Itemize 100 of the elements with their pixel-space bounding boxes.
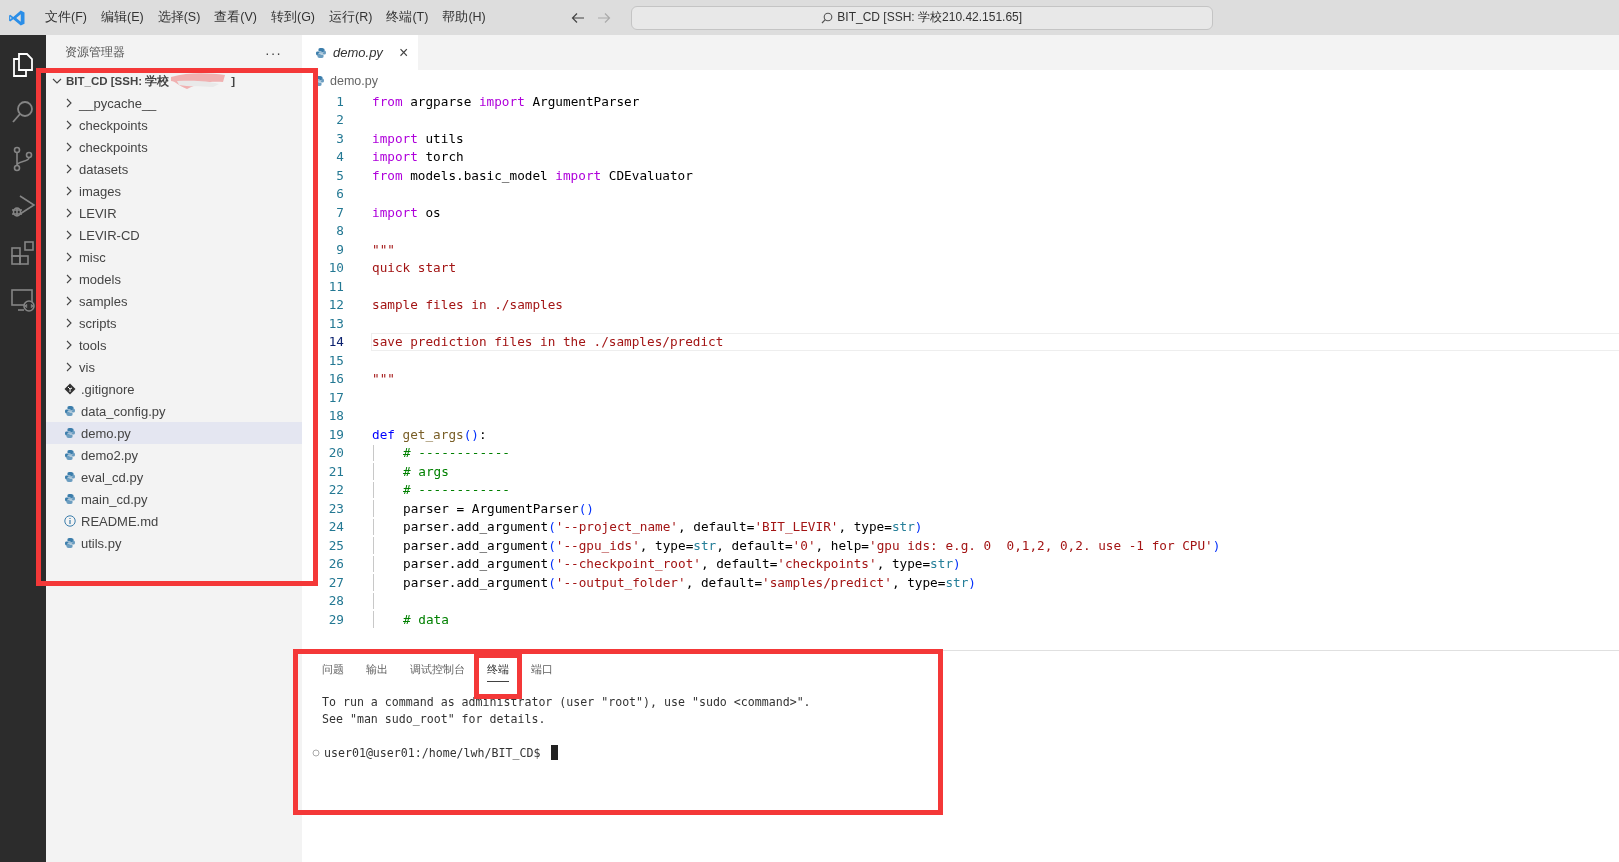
menu-item[interactable]: 选择(S)	[150, 7, 208, 28]
panel-tab[interactable]: 输出	[366, 662, 388, 681]
chevron-icon	[64, 98, 74, 108]
tree-item[interactable]: .gitignore	[46, 378, 302, 400]
tree-item[interactable]: scripts	[46, 312, 302, 334]
python-file-icon	[64, 405, 76, 417]
chevron-icon	[64, 120, 74, 130]
tree-item[interactable]: README.md	[46, 510, 302, 532]
python-file-icon	[64, 427, 76, 439]
tree-item[interactable]: eval_cd.py	[46, 466, 302, 488]
chevron-icon	[64, 230, 74, 240]
chevron-icon	[64, 164, 74, 174]
tree-item[interactable]: main_cd.py	[46, 488, 302, 510]
line-number: 20	[327, 445, 344, 461]
extensions-icon[interactable]	[10, 239, 36, 266]
search-icon	[821, 11, 834, 24]
search-icon[interactable]	[10, 98, 36, 125]
code-line: from models.basic_model import CDEvaluator	[372, 167, 693, 183]
python-file-icon	[64, 493, 76, 505]
breadcrumb-item[interactable]: demo.py	[330, 74, 378, 88]
line-number: 2	[335, 112, 344, 128]
code-line: parser.add_argument('--checkpoint_root', default='checkpoints', type=str)	[403, 556, 961, 572]
line-number: 16	[327, 371, 344, 387]
tree-item[interactable]: data_config.py	[46, 400, 302, 422]
menu-item[interactable]: 编辑(E)	[93, 7, 151, 28]
tree-item[interactable]: images	[46, 180, 302, 202]
tree-item[interactable]: utils.py	[46, 532, 302, 554]
line-number: 23	[327, 500, 344, 516]
line-number: 26	[327, 556, 344, 572]
line-number: 24	[327, 519, 344, 535]
tree-item[interactable]: LEVIR	[46, 202, 302, 224]
code-line: import torch	[372, 149, 464, 165]
tree-item[interactable]: samples	[46, 290, 302, 312]
more-actions-button[interactable]: ···	[265, 44, 282, 61]
tree-item[interactable]: models	[46, 268, 302, 290]
line-number: 27	[327, 574, 344, 590]
chevron-icon	[64, 186, 74, 196]
line-number: 25	[327, 537, 344, 553]
code-line: import os	[372, 204, 441, 220]
code-line: parser.add_argument('--output_folder', default='samples/predict', type=str)	[403, 574, 976, 590]
panel-tab[interactable]: 问题	[322, 662, 344, 681]
tree-item[interactable]: LEVIR-CD	[46, 224, 302, 246]
files-icon[interactable]	[10, 51, 36, 78]
run-debug-icon[interactable]	[10, 192, 36, 219]
panel-tab[interactable]: 调试控制台	[410, 662, 465, 681]
editor-tab[interactable]: demo.py ×	[302, 35, 419, 70]
menu-item[interactable]: 转到(G)	[264, 7, 323, 28]
python-file-icon	[315, 46, 327, 59]
chevron-icon	[64, 340, 74, 350]
tree-item[interactable]: tools	[46, 334, 302, 356]
tree-item[interactable]: datasets	[46, 158, 302, 180]
remote-monitor-icon[interactable]	[10, 286, 36, 313]
close-tab-button[interactable]: ×	[398, 43, 409, 62]
code-line: def get_args():	[372, 426, 487, 442]
diamond-file-icon	[64, 383, 76, 395]
tree-item[interactable]: demo.py	[46, 422, 302, 444]
line-number: 8	[335, 223, 344, 239]
line-number: 15	[327, 352, 344, 368]
menu-item[interactable]: 运行(R)	[322, 7, 380, 28]
tree-item[interactable]: misc	[46, 246, 302, 268]
code-line: parser = ArgumentParser()	[403, 500, 594, 516]
tree-item[interactable]: __pycache__	[46, 92, 302, 114]
chevron-icon	[64, 274, 74, 284]
command-search-field[interactable]: BIT_CD [SSH: 学校210.42.151.65]	[630, 5, 1213, 30]
code-line: # ------------	[403, 482, 510, 498]
code-line: # data	[403, 611, 449, 627]
python-file-icon	[64, 449, 76, 461]
terminal-output-line: To run a command as administrator (user "root"), use "sudo <command>".	[322, 695, 812, 711]
line-number: 3	[335, 130, 344, 146]
chevron-icon	[64, 318, 74, 328]
menu-item[interactable]: 查看(V)	[207, 7, 264, 28]
editor-logo-icon	[8, 8, 26, 27]
chevron-icon	[64, 296, 74, 306]
terminal-prompt: user01@user01:/home/lwh/BIT_CD$	[324, 745, 541, 760]
code-line: # ------------	[403, 445, 510, 461]
code-line: save prediction files in the ./samples/predict	[372, 334, 724, 350]
back-arrow-icon[interactable]	[570, 10, 585, 25]
line-number: 29	[327, 611, 344, 627]
code-line: sample files in ./samples	[372, 297, 563, 313]
line-number: 17	[327, 389, 344, 405]
line-number: 4	[335, 149, 344, 165]
command-status-icon	[312, 748, 320, 757]
tree-item[interactable]: vis	[46, 356, 302, 378]
menu-item[interactable]: 文件(F)	[38, 7, 94, 28]
chevron-icon	[64, 362, 74, 372]
line-number: 12	[327, 297, 344, 313]
panel-tab[interactable]: 端口	[531, 662, 553, 681]
line-number: 22	[327, 482, 344, 498]
panel-tab[interactable]: 终端	[487, 662, 509, 682]
tree-item[interactable]: checkpoints	[46, 114, 302, 136]
line-number: 7	[335, 204, 344, 220]
menu-item[interactable]: 帮助(H)	[435, 7, 493, 28]
root-folder-label: BIT_CD [SSH: 学校	[66, 73, 170, 89]
explorer-title: 资源管理器	[65, 45, 125, 60]
code-line: parser.add_argument('--project_name', default='BIT_LEVIR', type=str)	[403, 519, 923, 535]
tree-item[interactable]: checkpoints	[46, 136, 302, 158]
code-line: parser.add_argument('--gpu_ids', type=str, default='0', help='gpu ids: e.g. 0 0,1,2, 0,2. use -1 for CPU')	[403, 537, 1221, 553]
code-line: quick start	[372, 260, 457, 276]
menu-item[interactable]: 终端(T)	[379, 7, 436, 28]
tree-item[interactable]: demo2.py	[46, 444, 302, 466]
